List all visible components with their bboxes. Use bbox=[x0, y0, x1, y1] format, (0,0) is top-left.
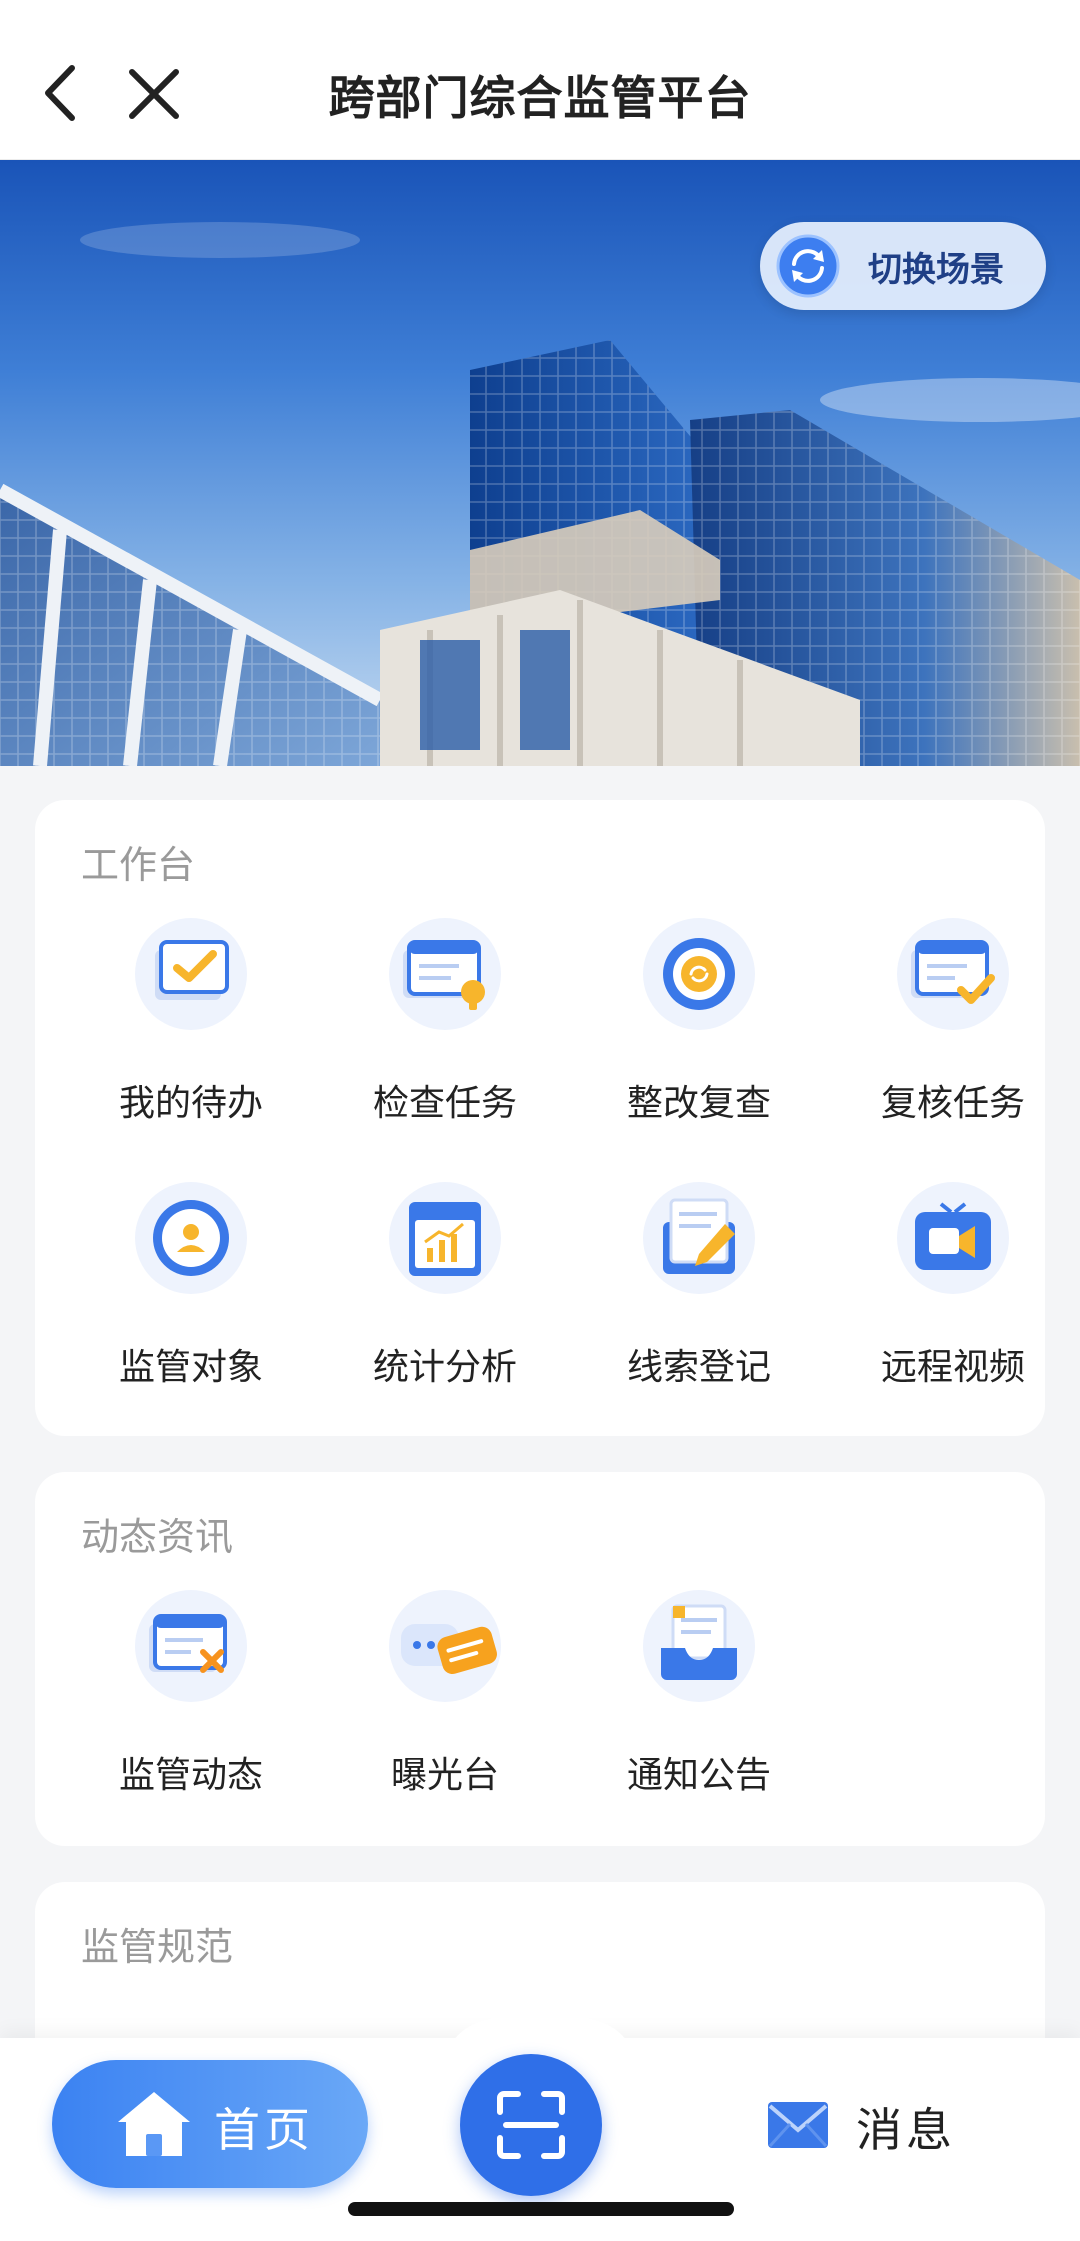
grid-item-label: 整改复查 bbox=[626, 1083, 771, 1124]
grid-item-my-todo[interactable]: 我的待办 bbox=[81, 916, 301, 1126]
hero-banner: 切换场景 bbox=[0, 160, 1080, 766]
scan-icon bbox=[497, 2091, 565, 2159]
grid-item-label: 远程视频 bbox=[880, 1347, 1025, 1388]
grid-item-inspection-task[interactable]: 检查任务 bbox=[335, 916, 555, 1126]
grid-item-label: 监管对象 bbox=[118, 1347, 263, 1388]
inspection-task-icon bbox=[387, 916, 503, 1032]
notice-inbox-icon bbox=[641, 1588, 757, 1704]
clue-register-icon bbox=[641, 1180, 757, 1296]
exposure-chat-icon bbox=[387, 1588, 503, 1704]
grid-item-label: 监管动态 bbox=[118, 1755, 263, 1796]
home-icon bbox=[118, 2092, 190, 2156]
tab-messages[interactable]: 消息 bbox=[766, 2092, 966, 2162]
grid-item-label: 检查任务 bbox=[372, 1083, 517, 1124]
refresh-icon bbox=[776, 234, 840, 298]
home-indicator bbox=[348, 2202, 734, 2216]
app-page: 跨部门综合监管平台 切换场景 工作台 我的待办 检查任务 整改复查 复核任务 监… bbox=[0, 0, 1080, 2241]
tab-messages-label: 消息 bbox=[856, 2103, 956, 2157]
grid-item-rectify-review[interactable]: 整改复查 bbox=[589, 916, 809, 1126]
scan-button[interactable] bbox=[460, 2054, 602, 2196]
remote-video-icon bbox=[895, 1180, 1011, 1296]
grid-item-label: 线索登记 bbox=[626, 1347, 771, 1388]
workbench-title: 工作台 bbox=[81, 843, 196, 887]
grid-item-remote-video[interactable]: 远程视频 bbox=[843, 1180, 1063, 1390]
grid-item-label: 曝光台 bbox=[390, 1755, 499, 1796]
page-title: 跨部门综合监管平台 bbox=[328, 71, 752, 125]
supervised-object-icon bbox=[133, 1180, 249, 1296]
supervision-news-icon bbox=[133, 1588, 249, 1704]
grid-item-supervised-object[interactable]: 监管对象 bbox=[81, 1180, 301, 1390]
top-nav-bar: 跨部门综合监管平台 bbox=[0, 0, 1080, 160]
workbench-card: 工作台 我的待办 检查任务 整改复查 复核任务 监管对象 统计分析 线索登记 远… bbox=[35, 800, 1045, 1436]
grid-item-label: 复核任务 bbox=[880, 1083, 1025, 1124]
news-card: 动态资讯 监管动态 曝光台 通知公告 bbox=[35, 1472, 1045, 1846]
grid-item-label: 统计分析 bbox=[372, 1347, 517, 1388]
grid-item-label: 我的待办 bbox=[118, 1083, 263, 1124]
switch-scene-label: 切换场景 bbox=[868, 250, 1004, 290]
statistics-chart-icon bbox=[387, 1180, 503, 1296]
grid-item-label: 通知公告 bbox=[626, 1755, 771, 1796]
recheck-task-icon bbox=[895, 916, 1011, 1032]
norms-title: 监管规范 bbox=[81, 1925, 234, 1969]
mail-icon bbox=[768, 2102, 828, 2148]
rectify-review-icon bbox=[641, 916, 757, 1032]
grid-item-recheck-task[interactable]: 复核任务 bbox=[843, 916, 1063, 1126]
tab-home[interactable]: 首页 bbox=[52, 2060, 368, 2188]
news-title: 动态资讯 bbox=[81, 1515, 234, 1559]
grid-item-notice[interactable]: 通知公告 bbox=[589, 1588, 809, 1798]
grid-item-statistics[interactable]: 统计分析 bbox=[335, 1180, 555, 1390]
switch-scene-button[interactable]: 切换场景 bbox=[760, 222, 1046, 310]
tab-home-label: 首页 bbox=[214, 2103, 314, 2157]
grid-item-supervision-news[interactable]: 监管动态 bbox=[81, 1588, 301, 1798]
grid-item-clue-register[interactable]: 线索登记 bbox=[589, 1180, 809, 1390]
todo-check-icon bbox=[133, 916, 249, 1032]
grid-item-exposure[interactable]: 曝光台 bbox=[335, 1588, 555, 1798]
